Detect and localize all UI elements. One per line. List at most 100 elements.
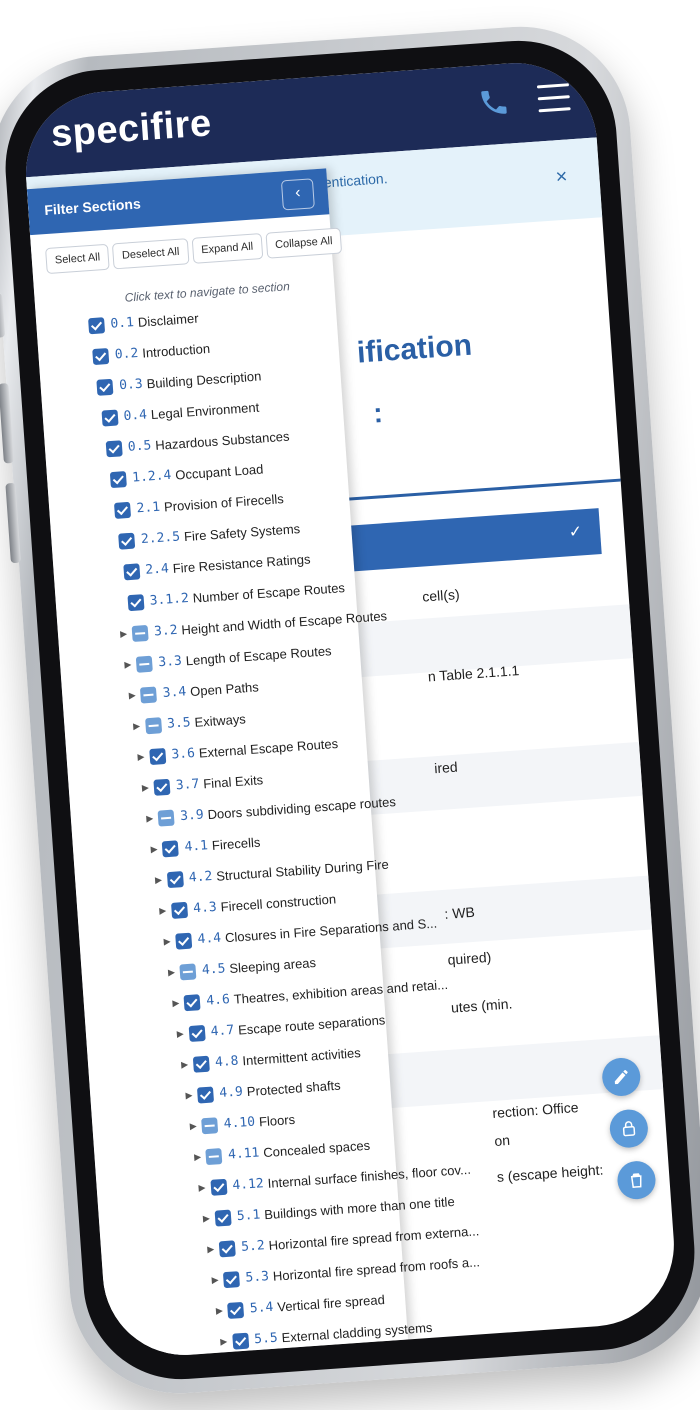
section-label[interactable]: Buildings with more than one title <box>264 1194 455 1222</box>
caret-right-icon[interactable]: ▶ <box>163 936 176 948</box>
chevron-left-icon[interactable]: ‹ <box>280 178 315 211</box>
section-label[interactable]: Firecells <box>211 835 260 853</box>
section-label[interactable]: Number of Escape Routes <box>192 580 345 606</box>
tree-item[interactable]: ▶ 4.11 Concealed spaces <box>194 1137 371 1169</box>
section-checkbox[interactable] <box>210 1178 228 1196</box>
section-number[interactable]: 4.10 <box>223 1115 255 1132</box>
tree-item[interactable]: 0.3 Building Description <box>96 367 262 398</box>
caret-right-icon[interactable]: ▶ <box>176 1028 189 1040</box>
section-checkbox[interactable] <box>92 347 110 365</box>
tree-item[interactable]: ▶ 3.7 Final Exits <box>141 771 264 799</box>
section-number[interactable]: 1.2.4 <box>132 468 172 486</box>
section-number[interactable]: 4.3 <box>193 900 217 917</box>
caret-right-icon[interactable]: ▶ <box>194 1151 207 1163</box>
select-all-button[interactable]: Select All <box>45 243 110 275</box>
caret-right-icon[interactable]: ▶ <box>207 1244 220 1256</box>
section-label[interactable]: Length of Escape Routes <box>185 643 332 668</box>
section-number[interactable]: 3.7 <box>175 777 199 794</box>
caret-right-icon[interactable]: ▶ <box>137 751 150 763</box>
tree-item[interactable]: 2.2.5 Fire Safety Systems <box>118 520 301 553</box>
section-checkbox[interactable] <box>162 840 180 858</box>
section-label[interactable]: Escape route separations <box>238 1013 386 1038</box>
section-checkbox[interactable] <box>214 1209 232 1227</box>
section-checkbox[interactable] <box>157 809 175 827</box>
section-checkbox[interactable] <box>196 1086 215 1104</box>
section-label[interactable]: Hazardous Substances <box>155 429 290 453</box>
tree-item[interactable]: 2.4 Fire Resistance Ratings <box>122 550 311 583</box>
tree-item[interactable]: ▶ 3.3 Length of Escape Routes <box>124 642 332 676</box>
section-number[interactable]: 5.3 <box>245 1269 269 1286</box>
caret-right-icon[interactable]: ▶ <box>220 1336 233 1348</box>
section-checkbox[interactable] <box>223 1270 241 1288</box>
section-label[interactable]: Final Exits <box>203 773 264 792</box>
section-label[interactable]: Exitways <box>194 712 246 731</box>
section-number[interactable]: 2.2.5 <box>140 530 180 548</box>
tree-item[interactable]: ▶ 5.1 Buildings with more than one title <box>202 1193 455 1231</box>
caret-right-icon[interactable]: ▶ <box>172 998 185 1010</box>
section-checkbox[interactable] <box>170 901 188 919</box>
section-number[interactable]: 0.3 <box>119 377 143 394</box>
tree-item[interactable]: 0.2 Introduction <box>92 340 211 368</box>
tree-item[interactable]: ▶ 4.1 Firecells <box>150 834 261 862</box>
lock-button[interactable] <box>608 1108 650 1149</box>
section-number[interactable]: 3.5 <box>167 715 191 732</box>
tree-item[interactable]: ▶ 4.7 Escape route separations <box>176 1011 386 1046</box>
tree-item[interactable]: 3.1.2 Number of Escape Routes <box>127 579 345 614</box>
section-checkbox[interactable] <box>140 686 158 704</box>
section-number[interactable]: 4.8 <box>215 1054 239 1071</box>
caret-right-icon[interactable]: ▶ <box>129 690 142 702</box>
section-number[interactable]: 0.5 <box>127 438 151 455</box>
section-checkbox[interactable] <box>105 440 123 458</box>
section-label[interactable]: External cladding systems <box>281 1320 433 1345</box>
section-number[interactable]: 4.12 <box>232 1176 264 1193</box>
section-checkbox[interactable] <box>96 378 114 396</box>
section-number[interactable]: 5.1 <box>236 1208 260 1225</box>
tree-item[interactable]: 0.4 Legal Environment <box>101 399 260 430</box>
section-checkbox[interactable] <box>179 963 197 981</box>
section-checkbox[interactable] <box>131 624 149 642</box>
tree-item[interactable]: ▶ 4.9 Protected shafts <box>185 1077 341 1108</box>
tree-item[interactable]: ▶ 3.9 Doors subdividing escape routes <box>146 793 397 830</box>
caret-right-icon[interactable]: ▶ <box>159 905 172 917</box>
collapse-all-button[interactable]: Collapse All <box>265 227 343 259</box>
section-number[interactable]: 5.2 <box>241 1239 265 1256</box>
section-number[interactable]: 3.3 <box>158 654 182 671</box>
section-number[interactable]: 5.4 <box>249 1300 273 1317</box>
section-number[interactable]: 4.4 <box>197 931 221 948</box>
section-label[interactable]: External Escape Routes <box>198 736 338 761</box>
section-checkbox[interactable] <box>144 716 162 735</box>
section-number[interactable]: 2.1 <box>136 500 160 517</box>
section-number[interactable]: 0.1 <box>110 315 134 332</box>
section-checkbox[interactable] <box>135 655 154 673</box>
tree-item[interactable]: ▶ 5.3 Horizontal fire spread from roofs a.… <box>211 1253 481 1292</box>
section-label[interactable]: Height and Width of Escape Routes <box>181 608 387 637</box>
caret-right-icon[interactable]: ▶ <box>189 1121 202 1133</box>
caret-right-icon[interactable]: ▶ <box>198 1182 211 1194</box>
section-label[interactable]: Concealed spaces <box>263 1138 371 1160</box>
section-number[interactable]: 0.2 <box>114 346 138 363</box>
caret-right-icon[interactable]: ▶ <box>168 967 181 979</box>
tree-item[interactable]: ▶ 3.4 Open Paths <box>128 678 259 707</box>
tree-item[interactable]: ▶ 3.5 Exitways <box>133 710 247 738</box>
section-label[interactable]: Protected shafts <box>246 1078 341 1100</box>
tree-item[interactable]: ▶ 4.10 Floors <box>189 1111 296 1138</box>
tree-item[interactable]: ▶ 4.2 Structural Stability During Fire <box>154 856 389 892</box>
section-checkbox[interactable] <box>201 1117 219 1135</box>
section-label[interactable]: Floors <box>259 1112 296 1129</box>
section-number[interactable]: 3.9 <box>180 808 204 825</box>
deselect-all-button[interactable]: Deselect All <box>112 238 190 270</box>
section-label[interactable]: Occupant Load <box>175 462 264 483</box>
tree-item[interactable]: 2.1 Provision of Firecells <box>114 490 284 522</box>
section-label[interactable]: Disclaimer <box>137 311 199 330</box>
section-checkbox[interactable] <box>227 1301 245 1319</box>
caret-right-icon[interactable]: ▶ <box>185 1090 198 1102</box>
tree-item[interactable]: 0.1 Disclaimer <box>88 310 199 338</box>
close-icon[interactable]: × <box>555 166 568 190</box>
tree-item[interactable]: 0.5 Hazardous Substances <box>105 428 290 461</box>
section-checkbox[interactable] <box>205 1147 223 1165</box>
tree-item[interactable]: ▶ 4.5 Sleeping areas <box>167 954 316 984</box>
caret-right-icon[interactable]: ▶ <box>150 844 163 856</box>
section-label[interactable]: Vertical fire spread <box>277 1292 385 1314</box>
section-label[interactable]: Horizontal fire spread from roofs a... <box>272 1255 480 1284</box>
section-checkbox[interactable] <box>218 1240 236 1258</box>
